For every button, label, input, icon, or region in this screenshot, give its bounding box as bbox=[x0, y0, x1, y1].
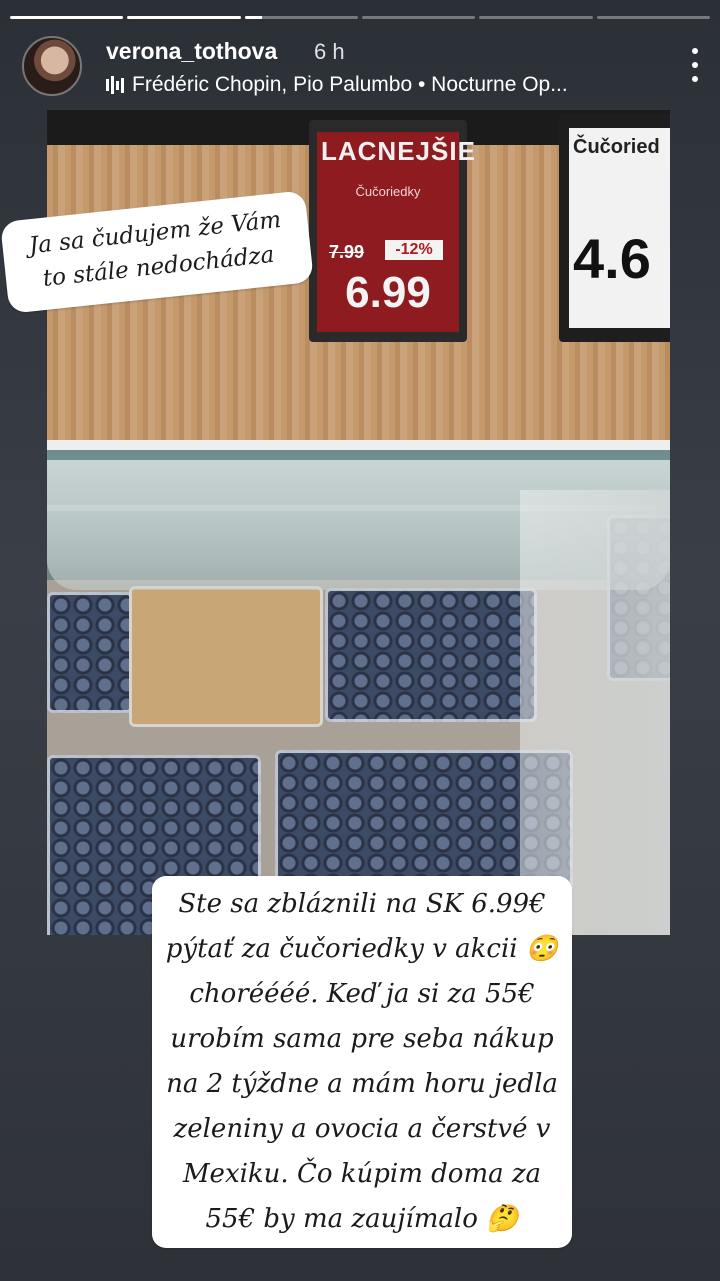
progress-segment bbox=[244, 16, 358, 19]
time-ago: 6 h bbox=[314, 39, 345, 64]
price-tag-discount: LACNEJŠIE Čučoriedky 7.99 -12% 6.99 bbox=[309, 120, 476, 342]
progress-segment bbox=[10, 16, 124, 19]
sticker-line: pýtať za čučoriedky v akcii 😳 bbox=[165, 934, 559, 964]
avatar[interactable] bbox=[22, 36, 82, 96]
price-tag-product: Čučoried bbox=[573, 136, 660, 158]
price-tag-discount-badge: -12% bbox=[385, 240, 443, 260]
progress-segment bbox=[127, 16, 241, 19]
price-tag-banner: LACNEJŠIE bbox=[321, 136, 476, 166]
price-tag-price: 4.6 bbox=[573, 227, 651, 290]
price-tag-regular: Čučoried 4.6 bbox=[559, 114, 670, 342]
username[interactable]: verona_tothova bbox=[106, 38, 277, 65]
progress-segment bbox=[361, 16, 476, 19]
blueberry-box bbox=[47, 592, 133, 713]
music-bars-icon bbox=[106, 76, 124, 94]
sticker-line: Ste sa zbláznili na SK 6.99€ bbox=[178, 889, 546, 919]
sticker-line: urobím sama pre seba nákup bbox=[170, 1024, 554, 1054]
more-options-icon[interactable] bbox=[690, 48, 700, 82]
progress-segment bbox=[596, 16, 710, 19]
sticker-line: zeleniny a ovocia a čerstvé v bbox=[173, 1114, 551, 1144]
sticker-line: choréééé. Keď ja si za 55€ bbox=[189, 979, 535, 1009]
empty-box bbox=[129, 586, 323, 727]
story-progress-bar bbox=[10, 16, 710, 19]
price-tag-price: 6.99 bbox=[345, 268, 431, 317]
story-header: verona_tothova 6 h Frédéric Chopin, Pio … bbox=[22, 36, 700, 100]
sticker-line: Mexiku. Čo kúpim doma za bbox=[182, 1159, 542, 1189]
music-attribution[interactable]: Frédéric Chopin, Pio Palumbo • Nocturne … bbox=[106, 73, 568, 97]
sticker-line: na 2 týždne a mám horu jedla bbox=[166, 1069, 558, 1099]
price-tag-old-price: 7.99 bbox=[329, 242, 365, 262]
plastic-wrap bbox=[520, 490, 670, 935]
text-sticker-bottom: Ste sa zbláznili na SK 6.99€ pýtať za ču… bbox=[152, 876, 572, 1248]
sticker-line: 55€ by ma zaujímalo 🤔 bbox=[205, 1204, 519, 1234]
price-tag-product: Čučoriedky bbox=[355, 184, 421, 199]
music-label: Frédéric Chopin, Pio Palumbo • Nocturne … bbox=[132, 73, 568, 96]
progress-segment bbox=[479, 16, 593, 19]
blueberry-box bbox=[325, 588, 537, 722]
